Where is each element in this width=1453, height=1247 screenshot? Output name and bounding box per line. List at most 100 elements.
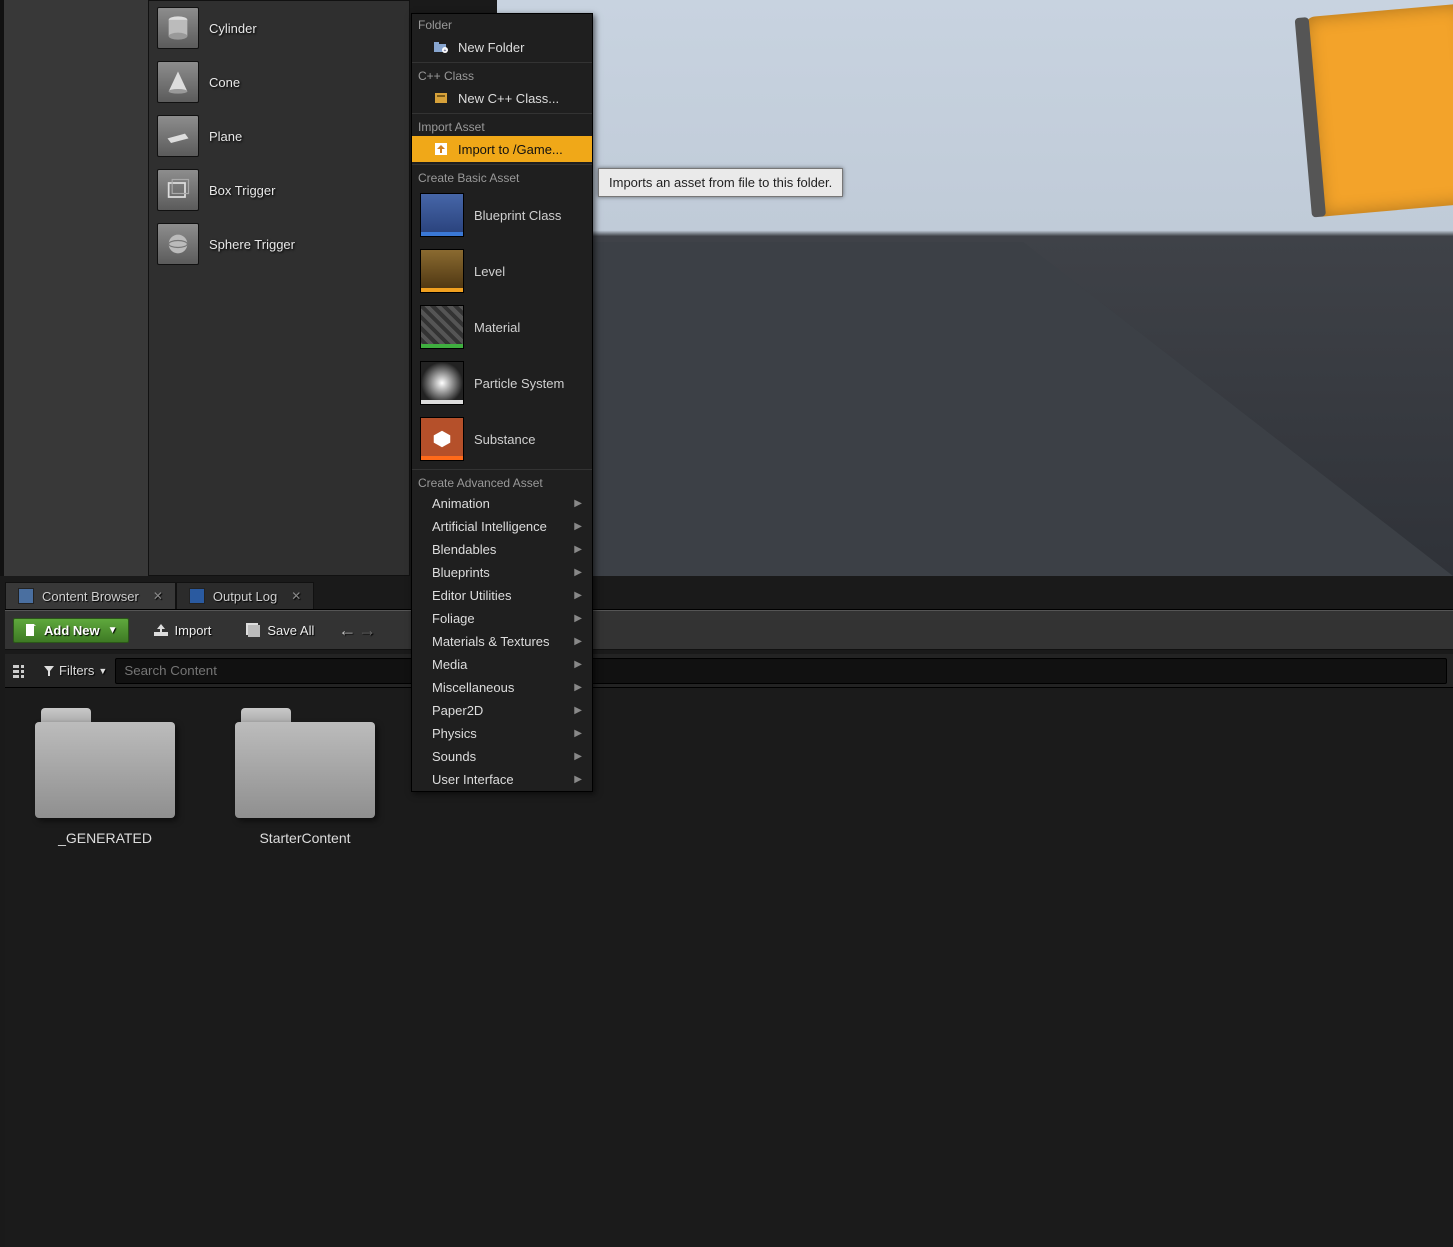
ctx-adv-label: Media bbox=[432, 657, 467, 672]
ctx-asset-label: Blueprint Class bbox=[474, 208, 561, 223]
ctx-adv-label: Materials & Textures bbox=[432, 634, 550, 649]
folder-label: StarterContent bbox=[259, 830, 350, 846]
ctx-adv-blueprints[interactable]: Blueprints ▶ bbox=[412, 561, 592, 584]
history-nav: ← → bbox=[338, 620, 376, 641]
add-new-context-menu: Folder + New Folder C++ Class New C++ Cl… bbox=[411, 13, 593, 792]
chevron-right-icon: ▶ bbox=[574, 613, 582, 624]
chevron-right-icon: ▶ bbox=[574, 567, 582, 578]
close-icon[interactable]: ✕ bbox=[291, 589, 301, 603]
import-button[interactable]: Import bbox=[143, 619, 222, 642]
ctx-import-label: Import to /Game... bbox=[458, 142, 563, 157]
ctx-new-cpp-label: New C++ Class... bbox=[458, 91, 559, 106]
ctx-adv-paper2d[interactable]: Paper2D ▶ bbox=[412, 699, 592, 722]
place-actor-cone[interactable]: Cone bbox=[149, 55, 409, 109]
ctx-adv-user-interface[interactable]: User Interface▶ bbox=[412, 768, 592, 791]
ctx-adv-ai[interactable]: Artificial Intelligence▶ bbox=[412, 515, 592, 538]
ctx-header-cpp: C++ Class bbox=[412, 65, 592, 85]
ctx-adv-physics[interactable]: Physics▶ bbox=[412, 722, 592, 745]
forward-button[interactable]: → bbox=[358, 620, 376, 641]
content-grid[interactable]: _GENERATED StarterContent bbox=[5, 688, 1453, 1247]
import-icon bbox=[432, 140, 450, 158]
ctx-asset-substance[interactable]: Substance bbox=[412, 411, 592, 467]
level-icon bbox=[420, 249, 464, 293]
substance-icon bbox=[420, 417, 464, 461]
ctx-asset-material[interactable]: Material bbox=[412, 299, 592, 355]
ctx-asset-blueprint-class[interactable]: Blueprint Class bbox=[412, 187, 592, 243]
bottom-tabstrip: Content Browser ✕ Output Log ✕ bbox=[5, 580, 1453, 610]
place-actor-label: Sphere Trigger bbox=[209, 237, 295, 252]
place-actor-cylinder[interactable]: Cylinder bbox=[149, 1, 409, 55]
chevron-right-icon: ▶ bbox=[574, 544, 582, 555]
ctx-adv-animation[interactable]: Animation▶ bbox=[412, 492, 592, 515]
ctx-adv-label: Paper2D bbox=[432, 703, 483, 718]
blueprint-class-icon bbox=[420, 193, 464, 237]
folder-generated[interactable]: _GENERATED bbox=[25, 708, 185, 846]
ctx-adv-editor-utilities[interactable]: Editor Utilities▶ bbox=[412, 584, 592, 607]
place-actor-box-trigger[interactable]: Box Trigger bbox=[149, 163, 409, 217]
save-all-button[interactable]: Save All bbox=[235, 618, 324, 642]
material-icon bbox=[420, 305, 464, 349]
place-actors-panel: Cylinder Cone Plane Box Trigger Sphere T… bbox=[148, 0, 410, 576]
ctx-asset-label: Material bbox=[474, 320, 520, 335]
sources-panel-toggle[interactable] bbox=[11, 661, 35, 681]
output-log-icon bbox=[189, 588, 205, 604]
ctx-adv-miscellaneous[interactable]: Miscellaneous▶ bbox=[412, 676, 592, 699]
ctx-adv-foliage[interactable]: Foliage▶ bbox=[412, 607, 592, 630]
ctx-import-to-game[interactable]: Import to /Game... bbox=[412, 136, 592, 162]
tab-content-browser[interactable]: Content Browser ✕ bbox=[5, 582, 176, 609]
content-browser-toolbar: Add New ▼ Import Save All ← → bbox=[5, 610, 1453, 650]
ctx-adv-label: Blueprints bbox=[432, 565, 490, 580]
ctx-adv-label: Blendables bbox=[432, 542, 496, 557]
ctx-asset-level[interactable]: Level bbox=[412, 243, 592, 299]
place-actor-label: Box Trigger bbox=[209, 183, 275, 198]
ctx-header-advanced: Create Advanced Asset bbox=[412, 472, 592, 492]
place-actor-sphere-trigger[interactable]: Sphere Trigger bbox=[149, 217, 409, 271]
file-icon bbox=[24, 623, 38, 637]
folder-starter-content[interactable]: StarterContent bbox=[225, 708, 385, 846]
chevron-right-icon: ▶ bbox=[574, 705, 582, 716]
ctx-adv-blendables[interactable]: Blendables ▶ bbox=[412, 538, 592, 561]
tab-output-log[interactable]: Output Log ✕ bbox=[176, 582, 314, 609]
ctx-adv-materials-textures[interactable]: Materials & Textures▶ bbox=[412, 630, 592, 653]
back-button[interactable]: ← bbox=[338, 620, 356, 641]
svg-text:+: + bbox=[444, 48, 447, 54]
ctx-adv-sounds[interactable]: Sounds ▶ bbox=[412, 745, 592, 768]
plane-icon bbox=[157, 115, 199, 157]
cpp-class-icon bbox=[432, 89, 450, 107]
ctx-new-cpp-class[interactable]: New C++ Class... bbox=[412, 85, 592, 111]
left-edge bbox=[0, 0, 4, 576]
chevron-right-icon: ▶ bbox=[574, 751, 582, 762]
chevron-right-icon: ▶ bbox=[574, 521, 582, 532]
viewport-3d[interactable] bbox=[497, 0, 1453, 576]
particle-system-icon bbox=[420, 361, 464, 405]
ctx-asset-label: Particle System bbox=[474, 376, 564, 391]
tab-label: Content Browser bbox=[42, 589, 139, 604]
ctx-asset-particle-system[interactable]: Particle System bbox=[412, 355, 592, 411]
ctx-asset-label: Substance bbox=[474, 432, 535, 447]
import-tooltip: Imports an asset from file to this folde… bbox=[598, 168, 843, 197]
ctx-asset-label: Level bbox=[474, 264, 505, 279]
filter-icon bbox=[43, 665, 55, 677]
ctx-adv-label: Sounds bbox=[432, 749, 476, 764]
new-folder-icon: + bbox=[432, 38, 450, 56]
chevron-right-icon: ▶ bbox=[574, 774, 582, 785]
search-content-input[interactable] bbox=[115, 658, 1447, 684]
box-trigger-icon bbox=[157, 169, 199, 211]
import-icon bbox=[153, 623, 169, 637]
chevron-right-icon: ▶ bbox=[574, 590, 582, 601]
ctx-new-folder-label: New Folder bbox=[458, 40, 524, 55]
folder-label: _GENERATED bbox=[58, 830, 152, 846]
chevron-right-icon: ▶ bbox=[574, 682, 582, 693]
ctx-adv-label: Animation bbox=[432, 496, 490, 511]
content-filter-bar: Filters ▼ bbox=[5, 654, 1453, 688]
filters-dropdown[interactable]: Filters ▼ bbox=[43, 663, 107, 678]
import-label: Import bbox=[175, 623, 212, 638]
ctx-adv-media[interactable]: Media▶ bbox=[412, 653, 592, 676]
place-actor-plane[interactable]: Plane bbox=[149, 109, 409, 163]
ctx-header-folder: Folder bbox=[412, 14, 592, 34]
ctx-header-basic: Create Basic Asset bbox=[412, 167, 592, 187]
close-icon[interactable]: ✕ bbox=[153, 589, 163, 603]
ctx-new-folder[interactable]: + New Folder bbox=[412, 34, 592, 60]
chevron-down-icon: ▼ bbox=[108, 625, 118, 636]
add-new-button[interactable]: Add New ▼ bbox=[13, 618, 129, 643]
